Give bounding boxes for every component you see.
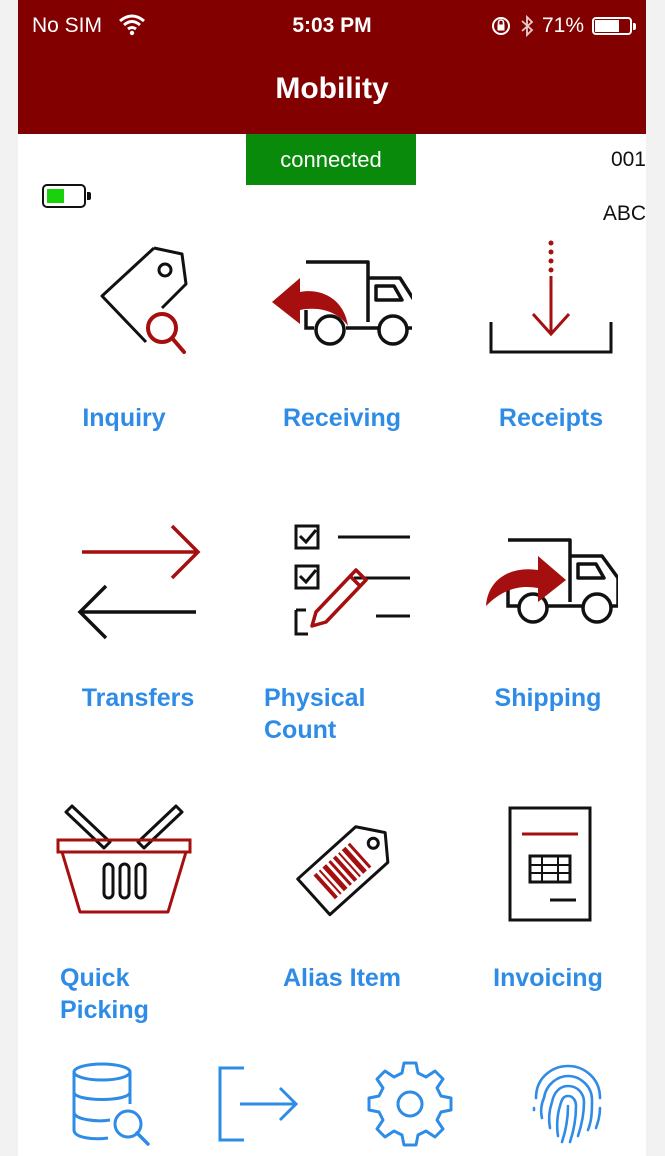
inquiry-label: Inquiry xyxy=(82,404,166,432)
battery-percent: 71% xyxy=(541,14,584,37)
battery-icon xyxy=(592,17,636,35)
tile-quick-picking[interactable]: Quick Picking xyxy=(44,800,204,1040)
orientation-lock-icon xyxy=(491,17,510,35)
app-screen: No SIM 5:03 PM 71% Mobility connected 00… xyxy=(18,0,646,1156)
tile-alias-item[interactable]: Alias Item xyxy=(262,800,422,1015)
receiving-label: Receiving xyxy=(282,404,402,432)
price-tag-search-icon xyxy=(100,246,188,354)
tile-receiving[interactable]: Receiving xyxy=(262,240,422,450)
device-id: 001 xyxy=(610,148,646,171)
tile-receipts[interactable]: Receipts xyxy=(471,240,631,450)
shipping-label: Shipping xyxy=(494,684,602,712)
invoice-document-icon xyxy=(508,806,592,922)
settings-gear-icon[interactable] xyxy=(366,1058,456,1148)
tile-transfers[interactable]: Transfers xyxy=(58,520,218,735)
device-battery-icon xyxy=(42,184,91,208)
barcode-tag-icon xyxy=(296,825,390,917)
download-tray-icon xyxy=(489,240,613,354)
top-bar: No SIM 5:03 PM 71% Mobility xyxy=(18,0,646,134)
fingerprint-icon[interactable] xyxy=(522,1058,612,1148)
tile-inquiry[interactable]: Inquiry xyxy=(44,240,204,450)
shopping-basket-icon xyxy=(56,804,192,914)
receipts-label: Receipts xyxy=(498,404,604,432)
page-title: Mobility xyxy=(275,72,389,105)
truck-shipping-icon xyxy=(486,538,618,624)
quick-picking-label: Quick Picking xyxy=(60,964,149,1024)
status-right: 71% xyxy=(490,14,636,38)
tile-physical-count[interactable]: Physical Count xyxy=(262,520,422,760)
transfers-label: Transfers xyxy=(81,684,195,712)
truck-receiving-icon xyxy=(272,260,412,346)
device-code: ABC xyxy=(602,202,646,225)
transfer-arrows-icon xyxy=(77,524,201,640)
physical-count-label: Physical Count xyxy=(264,684,366,744)
database-search-icon[interactable] xyxy=(64,1058,154,1148)
connection-status-badge: connected xyxy=(246,134,416,185)
checklist-pencil-icon xyxy=(294,524,410,636)
invoicing-label: Invoicing xyxy=(493,964,603,992)
logout-icon[interactable] xyxy=(214,1058,304,1148)
tile-invoicing[interactable]: Invoicing xyxy=(468,800,628,1015)
alias-item-label: Alias Item xyxy=(282,964,402,992)
bluetooth-icon xyxy=(521,14,534,38)
tile-shipping[interactable]: Shipping xyxy=(468,520,628,735)
